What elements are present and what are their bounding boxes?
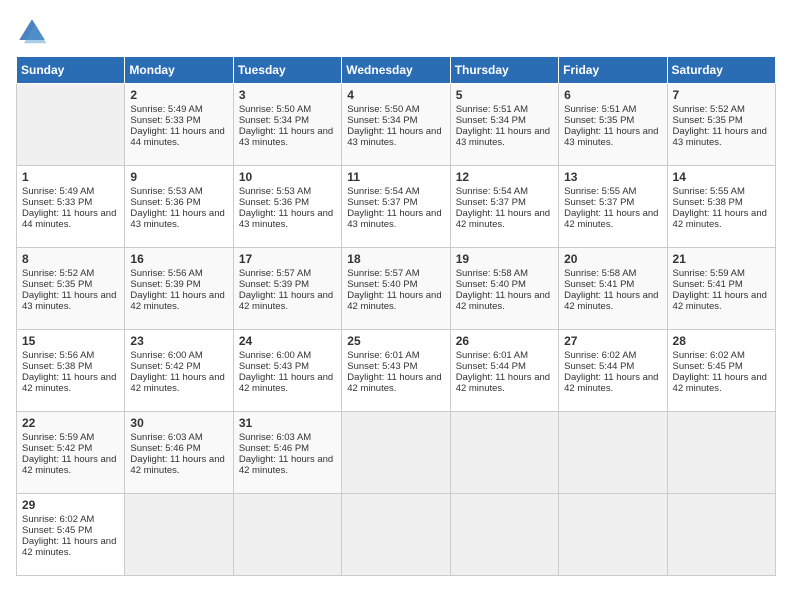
day-number: 20 bbox=[564, 252, 661, 266]
calendar-cell: 13Sunrise: 5:55 AMSunset: 5:37 PMDayligh… bbox=[559, 166, 667, 248]
day-number: 4 bbox=[347, 88, 444, 102]
calendar-cell: 15Sunrise: 5:56 AMSunset: 5:38 PMDayligh… bbox=[17, 330, 125, 412]
calendar-cell bbox=[559, 412, 667, 494]
day-number: 24 bbox=[239, 334, 336, 348]
calendar-cell bbox=[342, 412, 450, 494]
day-number: 30 bbox=[130, 416, 227, 430]
day-number: 8 bbox=[22, 252, 119, 266]
day-number: 14 bbox=[673, 170, 770, 184]
calendar-cell: 10Sunrise: 5:53 AMSunset: 5:36 PMDayligh… bbox=[233, 166, 341, 248]
day-number: 13 bbox=[564, 170, 661, 184]
day-number: 29 bbox=[22, 498, 119, 512]
calendar-cell: 24Sunrise: 6:00 AMSunset: 5:43 PMDayligh… bbox=[233, 330, 341, 412]
header-cell-monday: Monday bbox=[125, 57, 233, 84]
calendar-cell bbox=[667, 494, 775, 576]
day-number: 31 bbox=[239, 416, 336, 430]
day-number: 10 bbox=[239, 170, 336, 184]
day-number: 9 bbox=[130, 170, 227, 184]
calendar-cell: 19Sunrise: 5:58 AMSunset: 5:40 PMDayligh… bbox=[450, 248, 558, 330]
header-cell-thursday: Thursday bbox=[450, 57, 558, 84]
calendar-cell: 12Sunrise: 5:54 AMSunset: 5:37 PMDayligh… bbox=[450, 166, 558, 248]
day-number: 25 bbox=[347, 334, 444, 348]
calendar-cell: 21Sunrise: 5:59 AMSunset: 5:41 PMDayligh… bbox=[667, 248, 775, 330]
header-cell-wednesday: Wednesday bbox=[342, 57, 450, 84]
calendar-cell: 9Sunrise: 5:53 AMSunset: 5:36 PMDaylight… bbox=[125, 166, 233, 248]
header-cell-sunday: Sunday bbox=[17, 57, 125, 84]
calendar-cell: 23Sunrise: 6:00 AMSunset: 5:42 PMDayligh… bbox=[125, 330, 233, 412]
day-number: 21 bbox=[673, 252, 770, 266]
day-number: 16 bbox=[130, 252, 227, 266]
calendar-cell: 22Sunrise: 5:59 AMSunset: 5:42 PMDayligh… bbox=[17, 412, 125, 494]
day-number: 26 bbox=[456, 334, 553, 348]
day-number: 27 bbox=[564, 334, 661, 348]
day-number: 12 bbox=[456, 170, 553, 184]
calendar-cell: 5Sunrise: 5:51 AMSunset: 5:34 PMDaylight… bbox=[450, 84, 558, 166]
header-cell-tuesday: Tuesday bbox=[233, 57, 341, 84]
day-number: 28 bbox=[673, 334, 770, 348]
header-cell-friday: Friday bbox=[559, 57, 667, 84]
calendar-cell bbox=[450, 494, 558, 576]
calendar-cell bbox=[125, 494, 233, 576]
calendar-cell bbox=[342, 494, 450, 576]
calendar-cell: 17Sunrise: 5:57 AMSunset: 5:39 PMDayligh… bbox=[233, 248, 341, 330]
calendar-week-4: 22Sunrise: 5:59 AMSunset: 5:42 PMDayligh… bbox=[17, 412, 776, 494]
day-number: 3 bbox=[239, 88, 336, 102]
day-number: 6 bbox=[564, 88, 661, 102]
calendar-cell: 4Sunrise: 5:50 AMSunset: 5:34 PMDaylight… bbox=[342, 84, 450, 166]
header-cell-saturday: Saturday bbox=[667, 57, 775, 84]
day-number: 11 bbox=[347, 170, 444, 184]
day-number: 22 bbox=[22, 416, 119, 430]
calendar-cell bbox=[233, 494, 341, 576]
calendar-cell: 8Sunrise: 5:52 AMSunset: 5:35 PMDaylight… bbox=[17, 248, 125, 330]
calendar-week-1: 1Sunrise: 5:49 AMSunset: 5:33 PMDaylight… bbox=[17, 166, 776, 248]
day-number: 23 bbox=[130, 334, 227, 348]
calendar-cell: 2Sunrise: 5:49 AMSunset: 5:33 PMDaylight… bbox=[125, 84, 233, 166]
calendar-cell: 16Sunrise: 5:56 AMSunset: 5:39 PMDayligh… bbox=[125, 248, 233, 330]
calendar-cell: 28Sunrise: 6:02 AMSunset: 5:45 PMDayligh… bbox=[667, 330, 775, 412]
calendar-body: 2Sunrise: 5:49 AMSunset: 5:33 PMDaylight… bbox=[17, 84, 776, 576]
calendar-cell: 25Sunrise: 6:01 AMSunset: 5:43 PMDayligh… bbox=[342, 330, 450, 412]
page-header bbox=[16, 16, 776, 48]
header-row: SundayMondayTuesdayWednesdayThursdayFrid… bbox=[17, 57, 776, 84]
day-number: 18 bbox=[347, 252, 444, 266]
calendar-cell: 20Sunrise: 5:58 AMSunset: 5:41 PMDayligh… bbox=[559, 248, 667, 330]
calendar-cell bbox=[450, 412, 558, 494]
day-number: 2 bbox=[130, 88, 227, 102]
calendar-cell bbox=[559, 494, 667, 576]
calendar-header: SundayMondayTuesdayWednesdayThursdayFrid… bbox=[17, 57, 776, 84]
day-number: 7 bbox=[673, 88, 770, 102]
day-number: 5 bbox=[456, 88, 553, 102]
calendar-cell: 27Sunrise: 6:02 AMSunset: 5:44 PMDayligh… bbox=[559, 330, 667, 412]
calendar-cell: 29Sunrise: 6:02 AMSunset: 5:45 PMDayligh… bbox=[17, 494, 125, 576]
calendar-cell: 31Sunrise: 6:03 AMSunset: 5:46 PMDayligh… bbox=[233, 412, 341, 494]
calendar-week-0: 2Sunrise: 5:49 AMSunset: 5:33 PMDaylight… bbox=[17, 84, 776, 166]
calendar-cell: 26Sunrise: 6:01 AMSunset: 5:44 PMDayligh… bbox=[450, 330, 558, 412]
calendar-cell: 18Sunrise: 5:57 AMSunset: 5:40 PMDayligh… bbox=[342, 248, 450, 330]
day-number: 15 bbox=[22, 334, 119, 348]
calendar-week-2: 8Sunrise: 5:52 AMSunset: 5:35 PMDaylight… bbox=[17, 248, 776, 330]
day-number: 19 bbox=[456, 252, 553, 266]
calendar-cell: 3Sunrise: 5:50 AMSunset: 5:34 PMDaylight… bbox=[233, 84, 341, 166]
logo bbox=[16, 16, 52, 48]
calendar-cell: 11Sunrise: 5:54 AMSunset: 5:37 PMDayligh… bbox=[342, 166, 450, 248]
logo-icon bbox=[16, 16, 48, 48]
calendar-cell: 1Sunrise: 5:49 AMSunset: 5:33 PMDaylight… bbox=[17, 166, 125, 248]
calendar-cell bbox=[17, 84, 125, 166]
calendar-cell: 30Sunrise: 6:03 AMSunset: 5:46 PMDayligh… bbox=[125, 412, 233, 494]
calendar-table: SundayMondayTuesdayWednesdayThursdayFrid… bbox=[16, 56, 776, 576]
calendar-week-5: 29Sunrise: 6:02 AMSunset: 5:45 PMDayligh… bbox=[17, 494, 776, 576]
calendar-cell: 7Sunrise: 5:52 AMSunset: 5:35 PMDaylight… bbox=[667, 84, 775, 166]
day-number: 17 bbox=[239, 252, 336, 266]
calendar-week-3: 15Sunrise: 5:56 AMSunset: 5:38 PMDayligh… bbox=[17, 330, 776, 412]
day-number: 1 bbox=[22, 170, 119, 184]
calendar-cell: 14Sunrise: 5:55 AMSunset: 5:38 PMDayligh… bbox=[667, 166, 775, 248]
calendar-cell bbox=[667, 412, 775, 494]
calendar-cell: 6Sunrise: 5:51 AMSunset: 5:35 PMDaylight… bbox=[559, 84, 667, 166]
